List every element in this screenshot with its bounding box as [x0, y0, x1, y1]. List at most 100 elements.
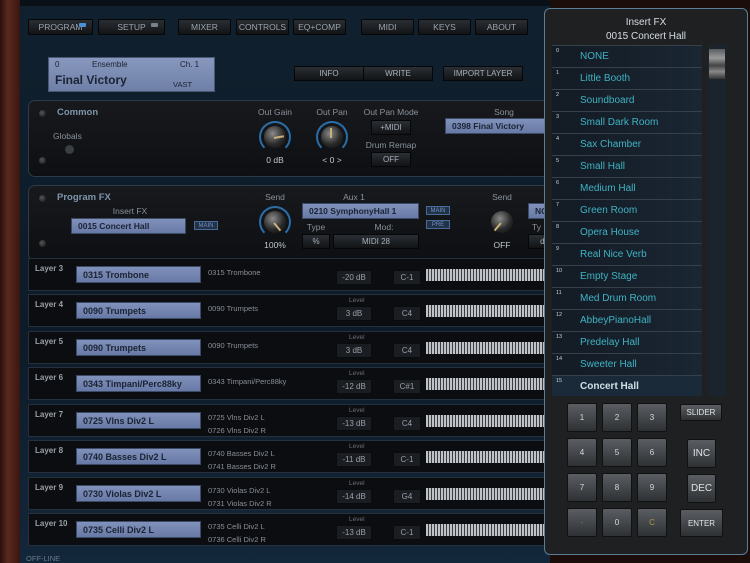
tab-keys[interactable]: KEYS	[418, 19, 471, 35]
keyboard-range-icon[interactable]	[426, 415, 559, 427]
send2-knob[interactable]	[486, 206, 518, 238]
level-value[interactable]: -13 dB	[336, 416, 372, 431]
aux1-field[interactable]: 0210 SymphonyHall 1	[302, 203, 419, 219]
keypad-key-8[interactable]: 8	[602, 473, 632, 502]
keypad-key-2[interactable]: 2	[602, 403, 632, 432]
key-range-low[interactable]: C4	[393, 306, 421, 321]
keypad-key-0[interactable]: 0	[602, 508, 632, 537]
tab-program[interactable]: PROGRAM	[28, 19, 93, 35]
layer-name: Layer 7	[35, 410, 64, 419]
fx-list-item[interactable]: 4 Sax Chamber	[552, 133, 702, 155]
key-range-low[interactable]: C#1	[393, 379, 421, 394]
fx-item-number: 3	[556, 114, 560, 120]
out-pan-mode-button[interactable]: +MIDI	[371, 120, 411, 135]
mod-button[interactable]: MIDI 28	[333, 234, 419, 249]
keypad-key-c[interactable]: C	[637, 508, 667, 537]
keypad-key-5[interactable]: 5	[602, 438, 632, 467]
aux1-main-tag[interactable]: MAIN	[426, 206, 450, 215]
fx-item-number: 0	[556, 48, 560, 54]
key-range-low[interactable]: C-1	[393, 452, 421, 467]
inc-button[interactable]: INC	[687, 439, 716, 468]
fx-list[interactable]: 0 NONE 1 Little Booth 2 Soundboard 3 Small Dark…	[552, 45, 702, 396]
dec-button[interactable]: DEC	[687, 474, 716, 503]
keyboard-range-icon[interactable]	[426, 488, 559, 500]
fx-list-item[interactable]: 0 NONE	[552, 45, 702, 67]
layer-program-field[interactable]: 0090 Trumpets	[76, 302, 201, 319]
fx-list-item[interactable]: 6 Medium Hall	[552, 177, 702, 199]
keypad-key-1[interactable]: 1	[567, 403, 597, 432]
fx-list-item[interactable]: 7 Green Room	[552, 199, 702, 221]
level-value[interactable]: -14 dB	[336, 489, 372, 504]
fx-list-item[interactable]: 5 Small Hall	[552, 155, 702, 177]
level-value[interactable]: -11 dB	[336, 452, 372, 467]
import-layer-button[interactable]: IMPORT LAYER	[443, 66, 523, 81]
fx-list-item[interactable]: 8 Opera House	[552, 221, 702, 243]
fx-list-item[interactable]: 3 Small Dark Room	[552, 111, 702, 133]
fx-list-item[interactable]: 2 Soundboard	[552, 89, 702, 111]
fx-list-scrollbar[interactable]	[708, 45, 726, 396]
info-button[interactable]: INFO	[294, 66, 364, 81]
fx-list-item[interactable]: 15 Concert Hall	[552, 375, 702, 396]
level-value[interactable]: 3 dB	[336, 306, 372, 321]
program-lcd-display[interactable]: 0 Ensemble Ch. 1 Final Victory VAST	[48, 57, 215, 92]
keyboard-range-icon[interactable]	[426, 269, 559, 281]
keyboard-range-icon[interactable]	[426, 342, 559, 354]
keypad-key-6[interactable]: 6	[637, 438, 667, 467]
enter-button[interactable]: ENTER	[680, 509, 723, 537]
fx-item-label: Real Nice Verb	[580, 249, 647, 260]
insert-main-tag[interactable]: MAIN	[194, 221, 218, 230]
fx-list-item[interactable]: 13 Predelay Hall	[552, 331, 702, 353]
tab-midi[interactable]: MIDI	[361, 19, 414, 35]
layer-program-field[interactable]: 0735 Celli Div2 L	[76, 521, 201, 538]
send1-knob[interactable]	[259, 206, 291, 238]
layer-program-field[interactable]: 0730 Violas Div2 L	[76, 485, 201, 502]
keypad-key-3[interactable]: 3	[637, 403, 667, 432]
fx-list-item[interactable]: 1 Little Booth	[552, 67, 702, 89]
insert-fx-field[interactable]: 0015 Concert Hall	[71, 218, 186, 234]
type-button[interactable]: %	[302, 234, 330, 249]
slider-button[interactable]: SLIDER	[680, 404, 722, 421]
fx-list-item[interactable]: 10 Empty Stage	[552, 265, 702, 287]
key-range-low[interactable]: G4	[393, 489, 421, 504]
song-field[interactable]: 0398 Final Victory	[445, 118, 559, 134]
fx-list-item[interactable]: 12 AbbeyPianoHall	[552, 309, 702, 331]
fx-list-item[interactable]: 14 Sweeter Hall	[552, 353, 702, 375]
key-range-low[interactable]: C-1	[393, 525, 421, 540]
fx-list-item[interactable]: 11 Med Drum Room	[552, 287, 702, 309]
keyboard-range-icon[interactable]	[426, 305, 559, 317]
fx-list-item[interactable]: 9 Real Nice Verb	[552, 243, 702, 265]
layer-row: Layer 10 0735 Celli Div2 L 0735 Celli Di…	[28, 513, 559, 546]
layer-program-field[interactable]: 0740 Basses Div2 L	[76, 448, 201, 465]
level-value[interactable]: -13 dB	[336, 525, 372, 540]
tab-setup[interactable]: SETUP	[98, 19, 165, 35]
key-range-low[interactable]: C4	[393, 416, 421, 431]
keypad-key-7[interactable]: 7	[567, 473, 597, 502]
keyboard-range-icon[interactable]	[426, 378, 559, 390]
aux1-pre-tag[interactable]: PRE	[426, 220, 450, 229]
keyboard-range-icon[interactable]	[426, 524, 559, 536]
layer-sub-program-2: 0731 Violas Div2 R	[208, 499, 272, 508]
tab-eq-comp[interactable]: EQ+COMP	[293, 19, 346, 35]
tab-about[interactable]: ABOUT	[475, 19, 528, 35]
layer-program-field[interactable]: 0315 Trombone	[76, 266, 201, 283]
layer-program-field[interactable]: 0343 Timpani/Perc88ky	[76, 375, 201, 392]
layer-program-field[interactable]: 0725 Vlns Div2 L	[76, 412, 201, 429]
write-button[interactable]: WRITE	[363, 66, 433, 81]
drum-remap-button[interactable]: OFF	[371, 152, 411, 167]
keypad-key-4[interactable]: 4	[567, 438, 597, 467]
out-gain-knob[interactable]	[259, 121, 291, 153]
keypad-key-9[interactable]: 9	[637, 473, 667, 502]
level-value[interactable]: -12 dB	[336, 379, 372, 394]
level-value[interactable]: -20 dB	[336, 270, 372, 285]
globals-toggle[interactable]	[65, 145, 74, 154]
keypad-key-minus[interactable]: -	[567, 508, 597, 537]
keyboard-range-icon[interactable]	[426, 451, 559, 463]
layer-program-field[interactable]: 0090 Trumpets	[76, 339, 201, 356]
tab-mixer[interactable]: MIXER	[178, 19, 231, 35]
key-range-low[interactable]: C-1	[393, 270, 421, 285]
tab-controls[interactable]: CONTROLS	[236, 19, 289, 35]
scroll-thumb[interactable]	[709, 49, 725, 79]
level-value[interactable]: 3 dB	[336, 343, 372, 358]
out-pan-knob[interactable]	[316, 121, 348, 153]
key-range-low[interactable]: C4	[393, 343, 421, 358]
